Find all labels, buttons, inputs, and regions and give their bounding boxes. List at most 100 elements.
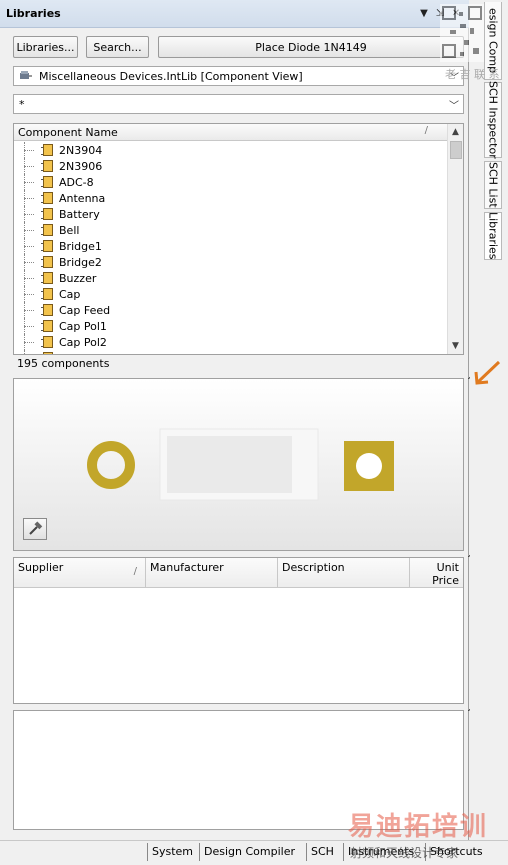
sort-indicator: / <box>424 125 428 136</box>
column-component-name: Component Name <box>18 126 118 139</box>
tree-connector <box>21 334 43 350</box>
scroll-thumb[interactable] <box>450 141 462 159</box>
tree-connector <box>21 254 43 270</box>
pad-round <box>87 441 135 489</box>
list-item[interactable]: ADC-8 <box>14 174 448 190</box>
list-item[interactable]: Bridge2 <box>14 254 448 270</box>
component-list: Component Name / 2N3904 2N3906 ADC-8 Antenn… <box>13 123 464 355</box>
status-tab-sch[interactable]: SCH <box>306 843 338 861</box>
scroll-up-icon[interactable]: ▲ <box>448 124 463 140</box>
list-item[interactable]: Bridge1 <box>14 238 448 254</box>
status-tab-system[interactable]: System <box>147 843 197 861</box>
list-item[interactable]: Cap <box>14 286 448 302</box>
component-list-scrollbar[interactable]: ▲ ▼ <box>447 124 463 354</box>
component-icon <box>43 352 53 354</box>
tab-sch-inspector[interactable]: SCH Inspector <box>484 81 502 159</box>
place-component-button[interactable]: Place Diode 1N4149 <box>158 36 464 58</box>
tree-connector <box>21 350 43 354</box>
watermark-brand: 易迪拓培训 <box>348 812 489 842</box>
component-icon <box>41 160 53 172</box>
component-icon <box>41 144 53 156</box>
libraries-button[interactable]: Libraries... <box>13 36 78 58</box>
footprint-graphic <box>87 428 394 501</box>
component-name: Bell <box>59 223 80 237</box>
tab-design-compiler-label: esign Comp <box>486 7 500 74</box>
supplier-table: Supplier / Manufacturer Description Unit… <box>13 557 464 704</box>
library-select-value: Miscellaneous Devices.IntLib [Component … <box>39 69 303 83</box>
component-name: 2N3906 <box>59 159 103 173</box>
tree-connector <box>21 270 43 286</box>
search-button[interactable]: Search... <box>86 36 149 58</box>
column-supplier[interactable]: Supplier / <box>14 558 146 588</box>
component-icon <box>41 240 53 252</box>
qr-watermark-icon <box>440 4 484 62</box>
watermark-brand-sub: 射频和天线设计专家 <box>350 846 459 860</box>
component-list-header[interactable]: Component Name / <box>14 124 448 141</box>
component-rows: 2N3904 2N3906 ADC-8 Antenna Battery Bell Bridg… <box>14 142 448 354</box>
list-item[interactable]: 2N3906 <box>14 158 448 174</box>
column-manufacturer[interactable]: Manufacturer <box>146 558 278 588</box>
list-item[interactable]: Cap Pol3 <box>14 350 448 354</box>
list-item[interactable]: Battery <box>14 206 448 222</box>
unit-price-line1: Unit <box>436 561 459 574</box>
component-name: Cap Pol3 <box>59 352 107 355</box>
filter-input[interactable]: * ﹀ <box>13 94 464 114</box>
tree-connector <box>21 222 43 238</box>
tab-sch-list-label: SCH List <box>486 162 500 208</box>
tree-connector <box>21 302 43 318</box>
tab-sch-list[interactable]: SCH List <box>484 161 502 209</box>
component-name: Cap <box>59 287 81 301</box>
list-item[interactable]: Buzzer <box>14 270 448 286</box>
component-icon <box>41 256 53 268</box>
tree-connector <box>21 286 43 302</box>
side-tabs: esign Comp SCH Inspector SCH List Librar… <box>470 0 508 840</box>
component-icon <box>41 288 53 300</box>
filter-value: * <box>19 97 25 111</box>
tree-connector <box>21 318 43 334</box>
column-description[interactable]: Description <box>278 558 410 588</box>
component-name: ADC-8 <box>59 175 94 189</box>
hammer-icon[interactable] <box>23 518 47 540</box>
libraries-panel: Libraries ▼ ⇲ ✕ Libraries... Search... P… <box>0 0 475 840</box>
component-name: Antenna <box>59 191 106 205</box>
tab-libraries[interactable]: Libraries <box>484 212 502 260</box>
callout-arrow-icon <box>474 360 501 385</box>
tree-connector <box>21 158 43 174</box>
component-icon <box>41 176 53 188</box>
component-count: 195 components <box>17 357 110 370</box>
list-item[interactable]: 2N3904 <box>14 142 448 158</box>
column-supplier-label: Supplier <box>18 561 64 574</box>
scroll-down-icon[interactable]: ▼ <box>448 338 463 354</box>
list-item[interactable]: Cap Feed <box>14 302 448 318</box>
component-name: 2N3904 <box>59 143 103 157</box>
component-name: Cap Pol2 <box>59 335 107 349</box>
component-name: Cap Feed <box>59 303 111 317</box>
column-unit-price[interactable]: Unit Price <box>410 558 463 588</box>
libraries-window: Libraries ▼ ⇲ ✕ Libraries... Search... P… <box>0 0 508 865</box>
component-icon <box>41 192 53 204</box>
tree-connector <box>21 238 43 254</box>
component-name: Buzzer <box>59 271 97 285</box>
library-select[interactable]: Miscellaneous Devices.IntLib [Component … <box>13 66 464 86</box>
chevron-down-icon: ﹀ <box>449 101 459 112</box>
component-icon <box>41 224 53 236</box>
list-item[interactable]: Cap Pol2 <box>14 334 448 350</box>
panel-menu-icon[interactable]: ▼ <box>419 6 429 20</box>
component-icon <box>41 272 53 284</box>
component-icon <box>41 304 53 316</box>
component-name: Bridge2 <box>59 255 102 269</box>
unit-price-line2: Price <box>432 574 459 587</box>
component-icon <box>41 320 53 332</box>
list-item[interactable]: Antenna <box>14 190 448 206</box>
tree-connector <box>21 174 43 190</box>
panel-title: Libraries <box>6 7 61 20</box>
watermark-text: 老 吉 联 系 <box>445 68 500 81</box>
component-name: Cap Pol1 <box>59 319 107 333</box>
tree-connector <box>21 206 43 222</box>
tab-libraries-label: Libraries <box>486 212 500 260</box>
list-item[interactable]: Cap Pol1 <box>14 318 448 334</box>
list-item[interactable]: Bell <box>14 222 448 238</box>
component-icon <box>41 208 53 220</box>
status-tab-design-compiler[interactable]: Design Compiler <box>199 843 299 861</box>
component-name: Battery <box>59 207 100 221</box>
